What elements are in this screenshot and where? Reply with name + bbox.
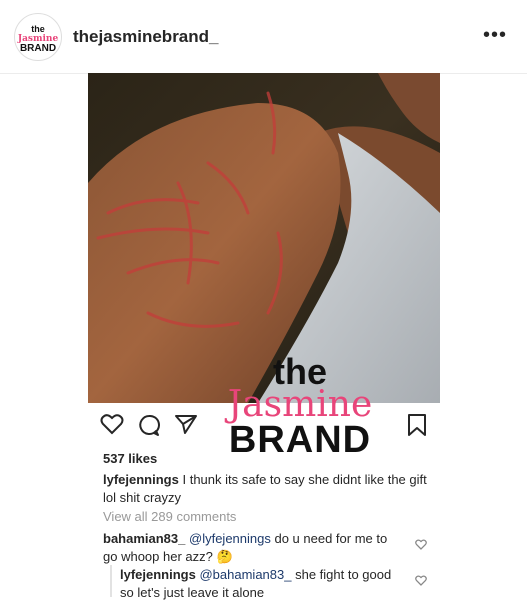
comment-icon[interactable] — [137, 413, 161, 437]
heart-icon[interactable] — [100, 413, 124, 435]
avatar[interactable]: the Jasmine BRAND — [14, 13, 62, 61]
post-header: the Jasmine BRAND thejasminebrand_ ••• — [0, 0, 527, 74]
watermark-brand: BRAND — [228, 419, 372, 461]
comment-item: bahamian83_ @lyfejennings do u need for … — [103, 530, 403, 566]
avatar-text-the: the — [31, 24, 45, 34]
watermark-logo: the Jasmine BRAND — [190, 354, 410, 464]
reply-comment-item: lyfejennings @bahamian83_ she fight to g… — [120, 566, 405, 602]
comment-mention[interactable]: @lyfejennings — [189, 531, 271, 546]
avatar-text-brand: BRAND — [19, 43, 57, 54]
username-link[interactable]: thejasminebrand_ — [73, 27, 219, 47]
reply-indent-bar — [110, 565, 112, 597]
reply-heart-icon[interactable] — [415, 575, 427, 586]
comment-username[interactable]: bahamian83_ — [103, 531, 185, 546]
reply-username[interactable]: lyfejennings — [120, 567, 196, 582]
watermark-jasmine: Jasmine — [227, 384, 373, 425]
comment-heart-icon[interactable] — [415, 539, 427, 550]
thinking-emoji: 🤔 — [216, 549, 233, 564]
reply-mention[interactable]: @bahamian83_ — [199, 567, 291, 582]
view-all-comments-link[interactable]: View all 289 comments — [103, 509, 236, 524]
likes-count[interactable]: 537 likes — [103, 451, 157, 466]
more-options-button[interactable]: ••• — [483, 24, 507, 47]
post-caption: lyfejennings I thunk its safe to say she… — [103, 471, 433, 507]
caption-username[interactable]: lyfejennings — [103, 472, 179, 487]
